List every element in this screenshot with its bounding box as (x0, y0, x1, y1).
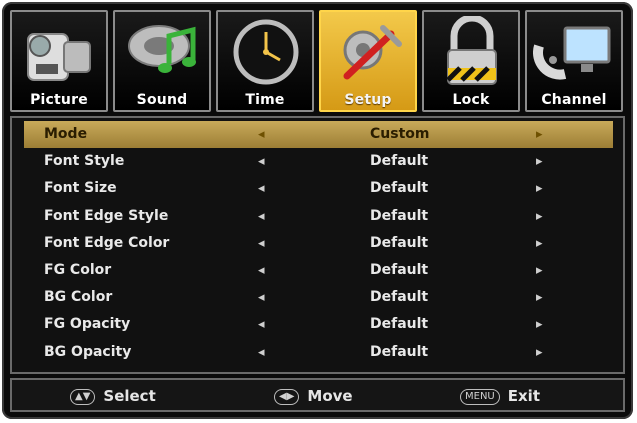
right-arrow-icon[interactable]: ▸ (536, 339, 543, 366)
tab-time[interactable]: Time (216, 10, 314, 112)
menu-item-font-edge-style[interactable]: Font Edge Style ◂ Default ▸ (24, 203, 613, 230)
tab-setup[interactable]: Setup (319, 10, 417, 112)
tab-label: Lock (452, 92, 490, 108)
help-bar: ▲▼ Select ◀▶ Move MENU Exit (10, 378, 625, 412)
menu-item-label: FG Color (44, 261, 112, 278)
menu-item-label: Font Style (44, 153, 125, 170)
tab-label: Time (245, 92, 285, 108)
right-arrow-icon[interactable]: ▸ (536, 203, 543, 230)
clock-icon (233, 19, 299, 85)
tab-sound[interactable]: Sound (113, 10, 211, 112)
menu-item-font-size[interactable]: Font Size ◂ Default ▸ (24, 175, 613, 202)
left-arrow-icon[interactable]: ◂ (258, 121, 265, 148)
right-arrow-icon[interactable]: ▸ (536, 284, 543, 311)
tab-lock[interactable]: Lock (422, 10, 520, 112)
tab-picture[interactable]: Picture (10, 10, 108, 112)
left-arrow-icon[interactable]: ◂ (258, 148, 265, 175)
menu-item-font-style[interactable]: Font Style ◂ Default ▸ (24, 148, 613, 175)
tab-label: Setup (344, 92, 392, 108)
hint-select: ▲▼ Select (70, 385, 156, 407)
hint-select-label: Select (103, 387, 156, 405)
menu-item-label: BG Color (44, 289, 113, 306)
left-arrow-icon[interactable]: ◂ (258, 339, 265, 366)
menu-item-bg-opacity[interactable]: BG Opacity ◂ Default ▸ (24, 339, 613, 366)
menu-list: Mode ◂ Custom ▸ Font Style ◂ Default ▸ F… (24, 121, 613, 366)
right-arrow-icon[interactable]: ▸ (536, 311, 543, 338)
tools-icon (343, 25, 402, 80)
hint-exit-label: Exit (507, 387, 540, 405)
up-down-buttons-icon: ▲▼ (70, 388, 96, 405)
menu-item-value: Default (370, 261, 429, 278)
right-arrow-icon[interactable]: ▸ (536, 230, 543, 257)
menu-item-value: Default (370, 289, 429, 306)
left-arrow-icon[interactable]: ◂ (258, 311, 265, 338)
menu-item-label: Font Size (44, 180, 117, 197)
menu-item-fg-color[interactable]: FG Color ◂ Default ▸ (24, 257, 613, 284)
menu-item-value: Default (370, 316, 429, 333)
right-arrow-icon[interactable]: ▸ (536, 148, 543, 175)
tv-osd-frame: Picture Sound Time Setup Lock Channel Mo… (2, 2, 633, 419)
menu-item-label: Mode (44, 126, 88, 142)
left-right-buttons-icon: ◀▶ (274, 388, 300, 405)
tab-label: Sound (136, 92, 188, 108)
menu-item-mode[interactable]: Mode ◂ Custom ▸ (24, 121, 613, 149)
right-arrow-icon[interactable]: ▸ (536, 257, 543, 284)
left-arrow-icon[interactable]: ◂ (258, 203, 265, 230)
menu-item-value: Default (370, 234, 429, 251)
menu-item-label: Font Edge Color (44, 234, 170, 251)
menu-item-value: Default (370, 343, 429, 360)
menu-item-label: Font Edge Style (44, 207, 169, 224)
menu-item-label: FG Opacity (44, 316, 131, 333)
menu-item-value: Default (370, 180, 429, 197)
hint-move: ◀▶ Move (274, 385, 353, 407)
left-arrow-icon[interactable]: ◂ (258, 175, 265, 202)
menu-item-font-edge-color[interactable]: Font Edge Color ◂ Default ▸ (24, 230, 613, 257)
tab-label: Picture (30, 92, 88, 108)
tab-channel[interactable]: Channel (525, 10, 623, 112)
menu-button-icon: MENU (460, 388, 500, 405)
tab-label: Channel (541, 92, 607, 108)
hint-move-label: Move (307, 387, 353, 405)
camcorder-icon (27, 33, 91, 81)
right-arrow-icon[interactable]: ▸ (536, 121, 543, 148)
left-arrow-icon[interactable]: ◂ (258, 257, 265, 284)
hint-exit: MENU Exit (460, 385, 540, 407)
category-tabs: Picture Sound Time Setup Lock Channel (10, 10, 625, 114)
menu-item-label: BG Opacity (44, 343, 132, 360)
setup-menu-panel: Mode ◂ Custom ▸ Font Style ◂ Default ▸ F… (10, 116, 625, 374)
menu-item-bg-color[interactable]: BG Color ◂ Default ▸ (24, 284, 613, 311)
music-speaker-icon (128, 25, 196, 73)
menu-item-value: Default (370, 153, 429, 170)
padlock-icon (446, 16, 497, 85)
satellite-dish-icon (533, 26, 611, 80)
menu-item-value: Custom (370, 126, 430, 142)
right-arrow-icon[interactable]: ▸ (536, 175, 543, 202)
left-arrow-icon[interactable]: ◂ (258, 284, 265, 311)
menu-item-fg-opacity[interactable]: FG Opacity ◂ Default ▸ (24, 311, 613, 338)
menu-item-value: Default (370, 207, 429, 224)
left-arrow-icon[interactable]: ◂ (258, 230, 265, 257)
